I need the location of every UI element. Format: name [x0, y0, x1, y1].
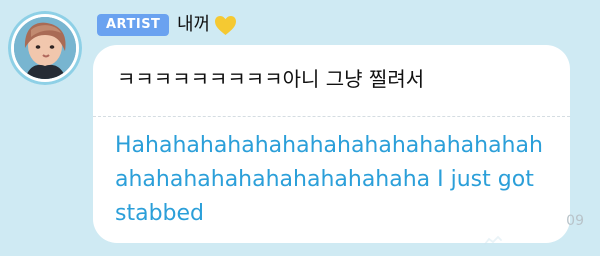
sender-name: 내꺼: [177, 14, 211, 35]
message-bubble[interactable]: ㅋㅋㅋㅋㅋㅋㅋㅋㅋ아니 그냥 찔려서 Hahahahahahahahahahah…: [93, 45, 584, 245]
bubble-tail-icon: [484, 235, 502, 245]
avatar[interactable]: [8, 11, 82, 85]
profile-photo-icon: [14, 17, 76, 79]
translated-message-text: Hahahahahahahahahahahahahahahahahahahaha…: [115, 133, 543, 226]
sender-name-row: 내꺼: [177, 11, 237, 39]
translation-divider: [93, 116, 570, 117]
original-message-text: ㅋㅋㅋㅋㅋㅋㅋㅋㅋ아니 그냥 찔려서: [117, 67, 425, 91]
avatar-image: [14, 17, 76, 79]
message-timestamp: 09: [566, 213, 584, 229]
yellow-heart-icon: [214, 15, 237, 36]
artist-badge: ARTIST: [97, 14, 170, 36]
